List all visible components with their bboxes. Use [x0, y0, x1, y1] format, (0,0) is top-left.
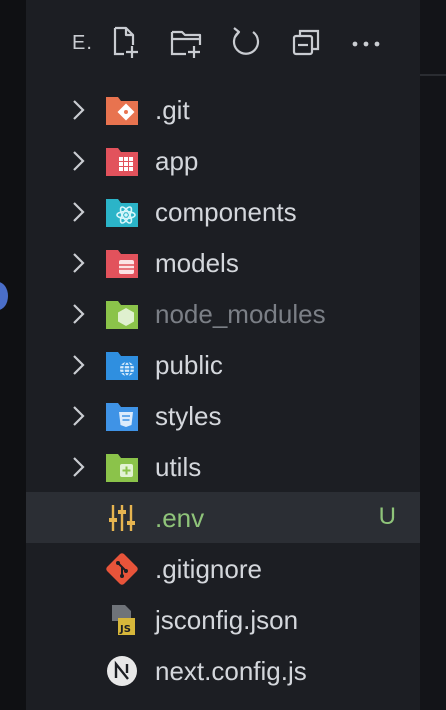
new-file-button[interactable] [104, 22, 144, 62]
collapse-all-button[interactable] [286, 22, 326, 62]
chevron-right-icon[interactable] [68, 353, 90, 377]
tree-item-git[interactable]: .git [26, 84, 420, 135]
tree-item-utils[interactable]: utils [26, 441, 420, 492]
chevron-right-icon[interactable] [68, 98, 90, 122]
tree-item-jsconfig[interactable]: JS jsconfig.json [26, 594, 420, 645]
env-settings-icon [104, 501, 140, 535]
tree-item-gitignore[interactable]: .gitignore [26, 543, 420, 594]
tree-item-label: models [155, 248, 239, 278]
nextjs-icon [104, 654, 140, 688]
tree-item-models[interactable]: models [26, 237, 420, 288]
react-folder-icon [104, 195, 140, 229]
svg-text:JS: JS [119, 624, 131, 635]
tree-item-label: utils [155, 452, 202, 482]
app-folder-icon [104, 144, 140, 178]
tree-item-label: app [155, 146, 199, 176]
tree-item-label: jsconfig.json [155, 605, 299, 635]
utils-folder-icon [104, 450, 140, 484]
tree-item-components[interactable]: components [26, 186, 420, 237]
account-indicator[interactable] [0, 282, 8, 310]
tree-item-label: node_modules [155, 299, 326, 329]
tree-item-label: next.config.js [155, 656, 307, 686]
chevron-right-icon[interactable] [68, 200, 90, 224]
tree-item-env[interactable]: .env U [26, 492, 420, 543]
tree-item-label: components [155, 197, 297, 227]
explorer-header: E. [26, 18, 420, 66]
chevron-right-icon[interactable] [68, 302, 90, 326]
tree-item-next-config[interactable]: next.config.js [26, 645, 420, 696]
tree-item-app[interactable]: app [26, 135, 420, 186]
tree-item-label: .gitignore [155, 554, 262, 584]
new-file-icon [113, 26, 138, 58]
css-folder-icon [104, 399, 140, 433]
file-tree: .git app components models node_modules … [26, 84, 420, 696]
git-folder-icon [104, 93, 140, 127]
refresh-icon [232, 27, 260, 55]
chevron-right-icon[interactable] [68, 251, 90, 275]
web-folder-icon [104, 348, 140, 382]
activity-gutter [0, 0, 26, 710]
refresh-button[interactable] [226, 22, 266, 62]
tree-item-label: .env [155, 503, 205, 533]
tree-item-node-modules[interactable]: node_modules [26, 288, 420, 339]
tree-item-public[interactable]: public [26, 339, 420, 390]
explorer-window: E. .git app components models node_modul… [0, 0, 446, 710]
new-folder-button[interactable] [166, 22, 206, 62]
git-status-badge: U [378, 503, 396, 530]
tree-item-label: .git [155, 95, 190, 125]
node-folder-icon [104, 297, 140, 331]
js-config-icon: JS [104, 603, 140, 637]
editor-edge [420, 0, 446, 710]
database-folder-icon [104, 246, 140, 280]
tree-item-styles[interactable]: styles [26, 390, 420, 441]
tree-item-label: public [155, 350, 223, 380]
chevron-right-icon[interactable] [68, 455, 90, 479]
explorer-title: E. [72, 32, 93, 54]
chevron-right-icon[interactable] [68, 149, 90, 173]
git-icon [104, 552, 140, 586]
chevron-right-icon[interactable] [68, 404, 90, 428]
more-actions-icon [352, 41, 380, 47]
tree-item-label: styles [155, 401, 222, 431]
more-actions-button[interactable] [346, 22, 386, 62]
new-folder-icon [170, 30, 202, 58]
collapse-all-icon [292, 29, 320, 56]
